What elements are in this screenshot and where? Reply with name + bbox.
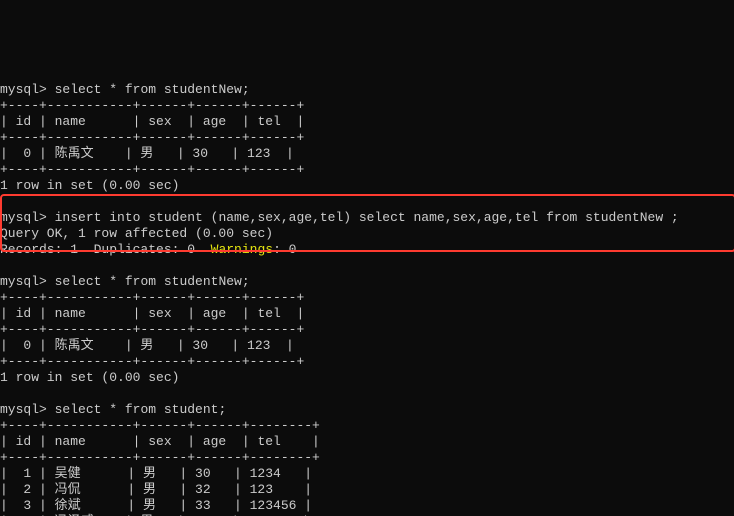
table-row: | 0 | 陈禹文 | 男 | 30 | 123 | [0,146,294,161]
prompt: mysql> [0,210,47,225]
table-row: | 2 | 冯侃 | 男 | 32 | 123 | [0,482,312,497]
terminal-output[interactable]: mysql> select * from studentNew; +----+-… [0,64,734,516]
table-row: | 4 | 冯泽威 | 男 | 34 | 12345 | [0,514,309,516]
sql-select-3: select * from student; [55,402,227,417]
sql-insert: insert into student (name,sex,age,tel) s… [55,210,679,225]
table-border: +----+-----------+------+------+------+ [0,354,304,369]
table-header: | id | name | sex | age | tel | [0,306,304,321]
table-border: +----+-----------+------+------+------+ [0,290,304,305]
table-header: | id | name | sex | age | tel | [0,434,320,449]
table-row: | 3 | 徐斌 | 男 | 33 | 123456 | [0,498,312,513]
table-row: | 0 | 陈禹文 | 男 | 30 | 123 | [0,338,294,353]
result-footer: 1 row in set (0.00 sec) [0,178,179,193]
table-border: +----+-----------+------+------+------+ [0,322,304,337]
table-row: | 1 | 吴健 | 男 | 30 | 1234 | [0,466,312,481]
table-border: +----+-----------+------+------+--------… [0,450,320,465]
sql-select-1: select * from studentNew; [55,82,250,97]
result-footer: 1 row in set (0.00 sec) [0,370,179,385]
warnings-label: Warnings [211,242,273,257]
prompt: mysql> [0,274,47,289]
prompt: mysql> [0,402,47,417]
sql-select-2: select * from studentNew; [55,274,250,289]
table-border: +----+-----------+------+------+------+ [0,98,304,113]
insert-result-2: Records: 1 Duplicates: 0 Warnings: 0 [0,242,296,257]
table-border: +----+-----------+------+------+------+ [0,130,304,145]
insert-result-1: Query OK, 1 row affected (0.00 sec) [0,226,273,241]
table-header: | id | name | sex | age | tel | [0,114,304,129]
table-border: +----+-----------+------+------+------+ [0,162,304,177]
prompt: mysql> [0,82,47,97]
table-border: +----+-----------+------+------+--------… [0,418,320,433]
